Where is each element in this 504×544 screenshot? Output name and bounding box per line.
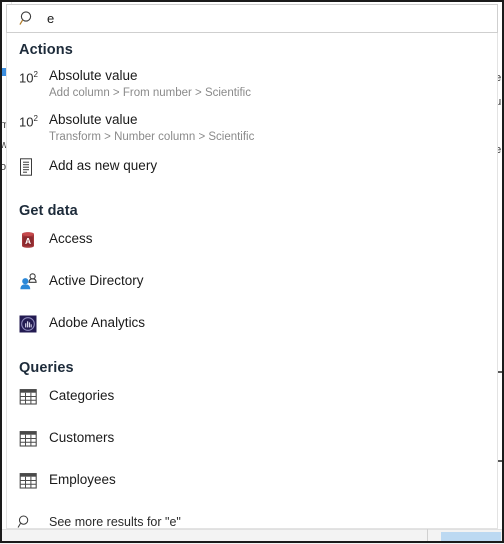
- result-item-active-directory[interactable]: Active Directory: [7, 271, 497, 301]
- microsoft-access-icon: A: [19, 229, 49, 249]
- background-bottom-band: [0, 529, 504, 544]
- result-item-employees[interactable]: Employees: [7, 470, 497, 500]
- search-results-panel: Actions 102 Absolute value Add column > …: [6, 33, 498, 529]
- table-icon: [19, 470, 49, 490]
- new-query-document-icon: [19, 156, 49, 176]
- result-item-title: Access: [49, 231, 93, 246]
- result-item-breadcrumb: Add column > From number > Scientific: [49, 87, 251, 99]
- result-item-breadcrumb: Transform > Number column > Scientific: [49, 131, 255, 143]
- section-header-actions: Actions: [19, 42, 73, 58]
- result-item-title: Categories: [49, 388, 115, 403]
- see-more-results-link[interactable]: See more results for "e": [7, 513, 497, 529]
- table-icon: [19, 386, 49, 406]
- scientific-notation-icon: 102: [19, 70, 38, 86]
- result-item-add-as-new-query[interactable]: Add as new query: [7, 156, 497, 186]
- background-panel-edge: [427, 529, 428, 543]
- result-item-access[interactable]: A Access: [7, 229, 497, 259]
- adobe-analytics-icon: [19, 313, 49, 333]
- result-item-title: Add as new query: [49, 158, 158, 173]
- search-input[interactable]: [47, 8, 497, 29]
- result-item-title: Active Directory: [49, 273, 144, 288]
- search-bar[interactable]: [6, 4, 498, 33]
- result-item-customers[interactable]: Customers: [7, 428, 497, 458]
- section-header-get-data: Get data: [19, 203, 78, 219]
- scientific-notation-icon: 102: [19, 114, 38, 130]
- active-directory-icon: [19, 271, 49, 291]
- result-item-adobe-analytics[interactable]: Adobe Analytics: [7, 313, 497, 343]
- result-item-categories[interactable]: Categories: [7, 386, 497, 416]
- result-item-absolute-value-add-column[interactable]: 102 Absolute value Add column > From num…: [7, 66, 497, 101]
- search-icon: [17, 513, 49, 528]
- result-item-title: Customers: [49, 430, 115, 445]
- result-item-title: Employees: [49, 472, 116, 487]
- table-icon: [19, 428, 49, 448]
- search-icon: [7, 10, 47, 27]
- see-more-results-label: See more results for "e": [49, 515, 181, 529]
- result-item-title: Adobe Analytics: [49, 315, 146, 330]
- svg-text:A: A: [25, 236, 31, 246]
- section-header-queries: Queries: [19, 360, 74, 376]
- result-item-title: Absolute value: [49, 112, 138, 127]
- background-selected-cell: [441, 532, 501, 543]
- result-item-absolute-value-transform[interactable]: 102 Absolute value Transform > Number co…: [7, 110, 497, 145]
- result-item-title: Absolute value: [49, 68, 138, 83]
